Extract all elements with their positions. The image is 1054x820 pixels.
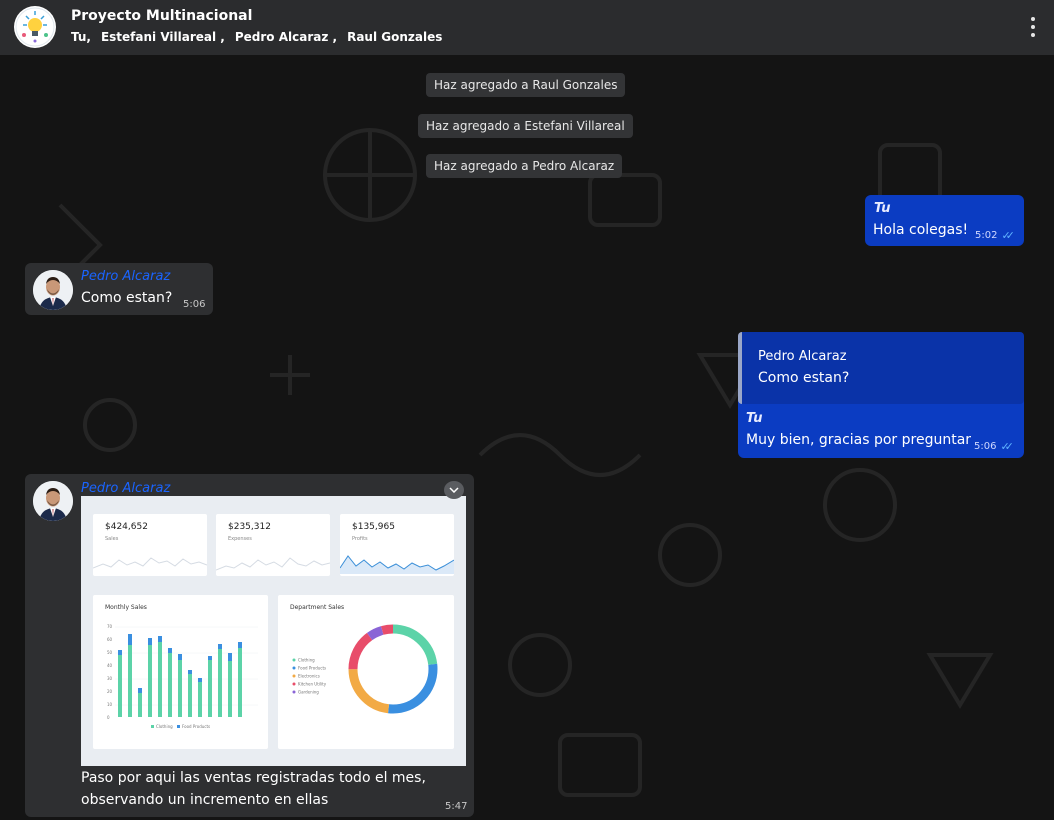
message-time: 5:47 (445, 801, 468, 812)
y-tick: 10 (107, 702, 113, 707)
legend-label: Electronics (298, 674, 320, 679)
message-text: Hola colegas! (873, 222, 969, 238)
attached-image[interactable]: $424,652 Sales $235,312 Expenses $135,96… (81, 496, 466, 766)
card-title: Monthly Sales (105, 604, 147, 611)
message-time: 5:06 (183, 299, 206, 310)
message-sender: Tu (746, 411, 763, 426)
system-notice: Haz agregado a Estefani Villareal (418, 114, 633, 138)
chevron-down-icon (449, 487, 459, 493)
person-avatar-icon (33, 270, 73, 310)
y-tick: 60 (107, 637, 113, 642)
y-tick: 70 (107, 624, 113, 629)
y-tick: 20 (107, 689, 113, 694)
double-check-icon: ✓✓ (1000, 440, 1014, 453)
system-notice: Haz agregado a Raul Gonzales (426, 73, 626, 97)
sparkline (216, 557, 330, 571)
member-name: Tu, (71, 30, 91, 44)
legend-label: Clothing (156, 724, 173, 729)
kpi-label: Sales (105, 536, 119, 542)
system-notice: Haz agregado a Pedro Alcaraz (426, 154, 623, 178)
kpi-card: $424,652 Sales (93, 514, 207, 576)
message-sender: Pedro Alcaraz (81, 269, 171, 284)
monthly-sales-chart: 70 60 50 40 30 20 10 0 Clothing Food Pro… (107, 624, 258, 729)
legend-label: Food Products (182, 724, 210, 729)
member-name: Raul Gonzales (347, 30, 443, 44)
group-avatar[interactable] (14, 6, 56, 48)
double-check-icon: ✓✓ (1001, 229, 1015, 242)
legend-label: Food Products (298, 666, 326, 671)
y-tick: 50 (107, 650, 113, 655)
department-sales-donut: Clothing Food Products Electronics Kitch… (292, 624, 438, 714)
message-options-button[interactable] (444, 481, 464, 499)
kebab-menu-icon[interactable] (1026, 14, 1040, 40)
message-text: Como estan? (81, 290, 173, 306)
message-text: observando un incremento en ellas (81, 792, 329, 808)
y-tick: 30 (107, 676, 113, 681)
card-title: Department Sales (290, 604, 345, 611)
chat-header[interactable]: Proyecto Multinacional Tu, Estefani Vill… (0, 0, 1054, 55)
kpi-card: $235,312 Expenses (216, 514, 330, 576)
message-bubble-outgoing[interactable]: Pedro Alcaraz Como estan? Tu Muy bien, g… (738, 332, 1024, 458)
y-tick: 40 (107, 663, 113, 668)
chat-members: Tu, Estefani Villareal , Pedro Alcaraz ,… (71, 30, 448, 44)
kpi-value: $235,312 (228, 522, 271, 532)
kpi-value: $135,965 (352, 522, 395, 532)
kpi-label: Expenses (228, 536, 252, 542)
person-avatar-icon (33, 481, 73, 521)
sparkline (93, 557, 207, 569)
avatar[interactable] (33, 481, 73, 521)
message-time: 5:06 (974, 441, 997, 452)
quoted-text: Como estan? (758, 370, 850, 386)
quoted-message[interactable]: Pedro Alcaraz Como estan? (738, 332, 1024, 404)
member-name: Pedro Alcaraz , (234, 30, 338, 44)
y-tick: 0 (107, 715, 110, 720)
kpi-value: $424,652 (105, 522, 148, 532)
legend-label: Clothing (298, 658, 315, 663)
monthly-sales-card: Monthly Sales 70 60 50 40 30 20 10 0 Clo… (93, 595, 268, 749)
message-sender: Pedro Alcaraz (81, 481, 171, 496)
message-text: Muy bien, gracias por preguntar (746, 432, 972, 448)
lightbulb-icon (15, 7, 55, 47)
legend-label: Kitchen Utility (298, 682, 327, 687)
member-name: Estefani Villareal , (100, 30, 225, 44)
sparkline (340, 555, 454, 574)
message-text: Paso por aqui las ventas registradas tod… (81, 770, 426, 786)
chat-title: Proyecto Multinacional (71, 8, 253, 24)
message-sender: Tu (874, 201, 891, 216)
message-time: 5:02 (975, 230, 998, 241)
avatar[interactable] (33, 270, 73, 310)
message-bubble-outgoing[interactable]: Tu Hola colegas! 5:02 ✓✓ (865, 195, 1024, 246)
kpi-card: $135,965 Profits (340, 514, 454, 576)
legend-label: Gardening (298, 690, 319, 695)
quoted-sender: Pedro Alcaraz (758, 349, 847, 364)
department-sales-card: Department Sales Clothing Food Products … (278, 595, 454, 749)
kpi-label: Profits (352, 536, 368, 542)
